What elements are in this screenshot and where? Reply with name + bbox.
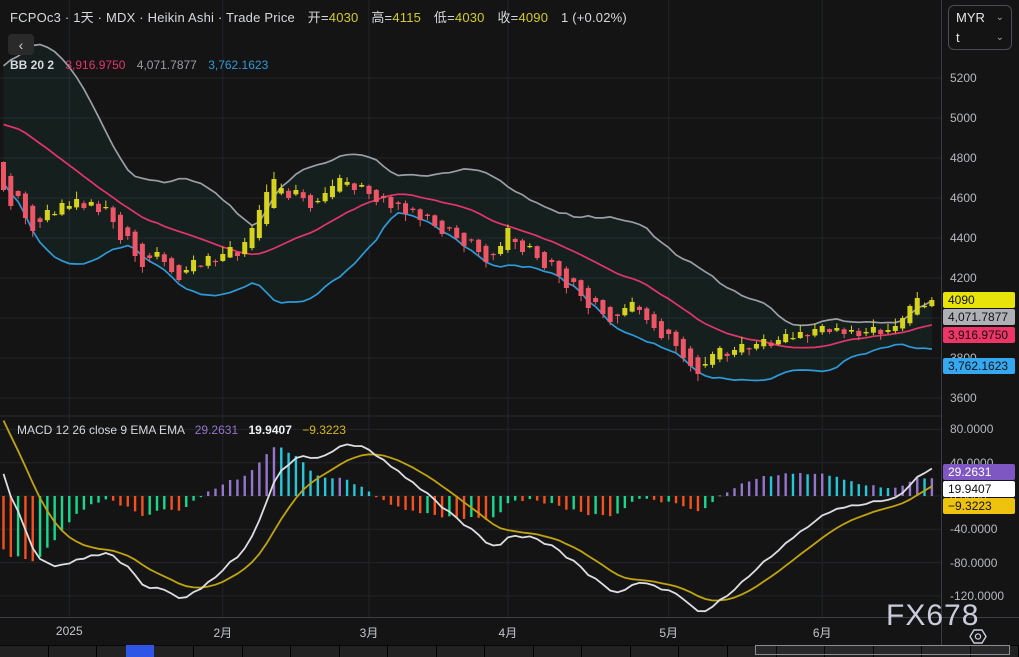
bb-upper-value: 4,071.7877 <box>137 58 197 72</box>
price-tick-5200: 5200 <box>950 71 977 85</box>
change-value: 1 (+0.02%) <box>561 10 627 25</box>
trading-chart-app: FCPOc3 · 1天 · MDX · Heikin Ashi · Trade … <box>0 0 1019 657</box>
close-value: 4090 <box>518 10 548 25</box>
open-label: 开= <box>308 10 329 25</box>
last-price-badge: 4090 <box>943 292 1015 308</box>
navigator-active-segment[interactable] <box>126 645 154 657</box>
price-tick-4200: 4200 <box>950 271 977 285</box>
bb-lower-badge: 3,762.1623 <box>943 358 1015 374</box>
navigator-cell[interactable] <box>631 645 680 657</box>
macd-tick--40: -40.0000 <box>950 522 997 536</box>
symbol-title[interactable]: FCPOc3 · 1天 · MDX · Heikin Ashi · Trade … <box>10 10 295 25</box>
low-label: 低= <box>434 10 455 25</box>
high-label: 高= <box>371 10 392 25</box>
close-label: 收= <box>497 10 518 25</box>
navigator-cell[interactable] <box>437 645 486 657</box>
macd-line-badge: 19.9407 <box>943 481 1015 497</box>
price-tick-5000: 5000 <box>950 111 977 125</box>
bb-upper-badge: 4,071.7877 <box>943 309 1015 325</box>
back-button[interactable]: ‹ <box>8 34 34 55</box>
navigator-cell[interactable] <box>291 645 340 657</box>
date-range-navigator[interactable] <box>0 645 1019 657</box>
time-tick-4月: 4月 <box>499 624 518 641</box>
price-tick-4800: 4800 <box>950 151 977 165</box>
hexagon-logo-icon <box>969 628 987 645</box>
macd-indicator-row[interactable]: MACD 12 26 close 9 EMA EMA 29.2631 19.94… <box>10 423 346 437</box>
grid-lines <box>0 0 941 617</box>
watermark-text: FX678 <box>886 599 979 632</box>
bb-label: BB 20 2 <box>10 58 54 72</box>
price-tick-4600: 4600 <box>950 191 977 205</box>
macd-hist-value: 29.2631 <box>195 423 238 437</box>
macd-signal-value: −9.3223 <box>302 423 346 437</box>
macd-tick--80: -80.0000 <box>950 556 997 570</box>
watermark: FX678 <box>886 599 979 633</box>
macd-hist-badge: 29.2631 <box>943 464 1015 480</box>
bb-indicator-row[interactable]: BB 20 2 3,916.9750 4,071.7877 3,762.1623 <box>10 58 268 72</box>
navigator-cell[interactable] <box>49 645 98 657</box>
navigator-cell[interactable] <box>0 645 49 657</box>
currency-select[interactable]: MYR ⌄ <box>956 10 1004 25</box>
chevron-left-icon: ‹ <box>19 37 24 53</box>
bb-mid-badge: 3,916.9750 <box>943 327 1015 343</box>
chevron-down-icon: ⌄ <box>996 12 1004 23</box>
bollinger-bands <box>4 45 932 381</box>
main-chart-svg[interactable] <box>0 0 941 617</box>
currency-value: MYR <box>956 10 985 25</box>
unit-value: t <box>956 30 960 45</box>
price-tick-3600: 3600 <box>950 391 977 405</box>
macd-tick-80: 80.0000 <box>950 422 993 436</box>
time-axis[interactable]: 2025 2月 3月 4月 5月 6月 <box>0 617 1019 646</box>
time-tick-2025: 2025 <box>56 624 83 638</box>
macd-label: MACD 12 26 close 9 EMA EMA <box>17 423 184 437</box>
price-tick-4400: 4400 <box>950 231 977 245</box>
chevron-down-icon: ⌄ <box>996 32 1004 43</box>
bb-mid-value: 3,916.9750 <box>65 58 125 72</box>
macd-signal-badge: −9.3223 <box>943 498 1015 514</box>
time-tick-6月: 6月 <box>813 624 832 641</box>
bb-lower-value: 3,762.1623 <box>208 58 268 72</box>
time-tick-5月: 5月 <box>659 624 678 641</box>
unit-select[interactable]: t ⌄ <box>956 30 1004 45</box>
price-axis[interactable]: 52005000480046004400420040003800360080.0… <box>942 0 1019 645</box>
navigator-cell[interactable] <box>243 645 292 657</box>
navigator-cell[interactable] <box>340 645 389 657</box>
low-value: 4030 <box>455 10 485 25</box>
time-tick-2月: 2月 <box>213 624 232 641</box>
time-tick-3月: 3月 <box>360 624 379 641</box>
navigator-cell[interactable] <box>388 645 437 657</box>
chart-header: FCPOc3 · 1天 · MDX · Heikin Ashi · Trade … <box>10 7 627 26</box>
high-value: 4115 <box>392 10 421 25</box>
macd-line-value: 19.9407 <box>248 423 291 437</box>
navigator-cell[interactable] <box>582 645 631 657</box>
currency-unit-box: MYR ⌄ t ⌄ <box>948 5 1012 50</box>
navigator-viewport-window[interactable] <box>755 645 1010 655</box>
navigator-cell[interactable] <box>679 645 728 657</box>
navigator-cell[interactable] <box>194 645 243 657</box>
navigator-cell[interactable] <box>534 645 583 657</box>
navigator-cell[interactable] <box>485 645 534 657</box>
open-value: 4030 <box>329 10 359 25</box>
